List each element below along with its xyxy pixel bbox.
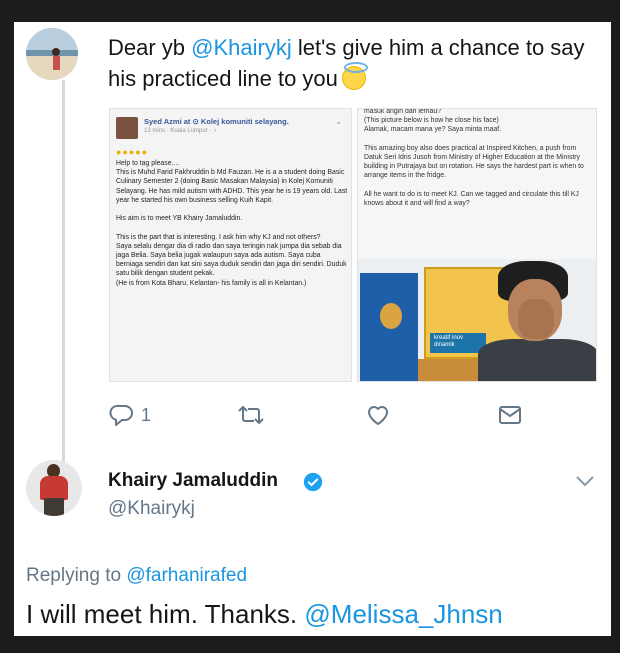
photo-poster <box>360 273 418 381</box>
replying-to-link[interactable]: @farhanirafed <box>126 565 247 586</box>
fb-avatar <box>116 117 138 139</box>
reply-count: 1 <box>141 404 152 425</box>
replying-to: Replying to @farhanirafed <box>26 565 247 587</box>
main-text-body: I will meet him. Thanks. <box>26 599 305 629</box>
message-icon <box>499 406 521 424</box>
retweet-button[interactable] <box>237 400 265 430</box>
main-tweet-text: I will meet him. Thanks. @Melissa_Jhnsn <box>26 599 503 630</box>
photo-board-text: kreatif inov dinamik <box>434 335 464 348</box>
heart-icon <box>368 406 388 425</box>
reply-text-before: Dear yb <box>108 35 192 60</box>
fb-author: Syed Azmi at ⊙ Kolej komuniti selayang. <box>144 117 289 126</box>
retweet-icon <box>238 405 264 425</box>
verified-badge-icon <box>303 472 323 492</box>
reply-tweet-text: Dear yb @Khairykj let's give him a chanc… <box>108 32 598 94</box>
screenshot-frame: Dear yb @Khairykj let's give him a chanc… <box>0 0 620 653</box>
attached-image-right[interactable]: masuk angin dan lemau? (This picture bel… <box>357 108 597 382</box>
author-name[interactable]: Khairy Jamaluddin <box>108 470 278 492</box>
like-button[interactable] <box>365 400 391 430</box>
tweet-card: Dear yb @Khairykj let's give him a chanc… <box>14 22 611 636</box>
reply-avatar[interactable] <box>26 28 78 80</box>
reply-icon <box>109 404 133 426</box>
photo-man-body <box>478 339 596 381</box>
reply-button[interactable]: 1 <box>109 400 151 430</box>
replying-prefix: Replying to <box>26 565 127 586</box>
chevron-down-icon[interactable] <box>574 474 596 488</box>
direct-message-button[interactable] <box>497 400 523 430</box>
photo-man-hand <box>518 299 554 339</box>
tweet-actions: 1 <box>109 400 599 434</box>
halo-emoji-icon <box>341 62 368 90</box>
emoji-row-icon: ●●●●● <box>116 147 149 157</box>
reply-mention-link[interactable]: @Khairykj <box>191 35 292 60</box>
author-handle[interactable]: @Khairykj <box>108 498 195 520</box>
fb-post-body-continued: masuk angin dan lemau? (This picture bel… <box>364 108 584 208</box>
fb-meta: 13 mins · Kuala Lumpur · ♁ <box>144 128 218 134</box>
thread-line <box>62 80 65 480</box>
chevron-down-icon: ⌄ <box>335 117 342 126</box>
author-avatar[interactable] <box>26 460 82 516</box>
fb-post-header: Syed Azmi at ⊙ Kolej komuniti selayang. … <box>116 117 346 143</box>
attached-image-left[interactable]: Syed Azmi at ⊙ Kolej komuniti selayang. … <box>109 108 352 382</box>
fb-post-body: Help to tag please.... This is Muhd Fari… <box>116 160 348 287</box>
boy-photo: kreatif inov dinamik <box>358 259 596 381</box>
beach-photo-icon <box>26 28 78 80</box>
main-mention-link[interactable]: @Melissa_Jhnsn <box>304 599 502 629</box>
